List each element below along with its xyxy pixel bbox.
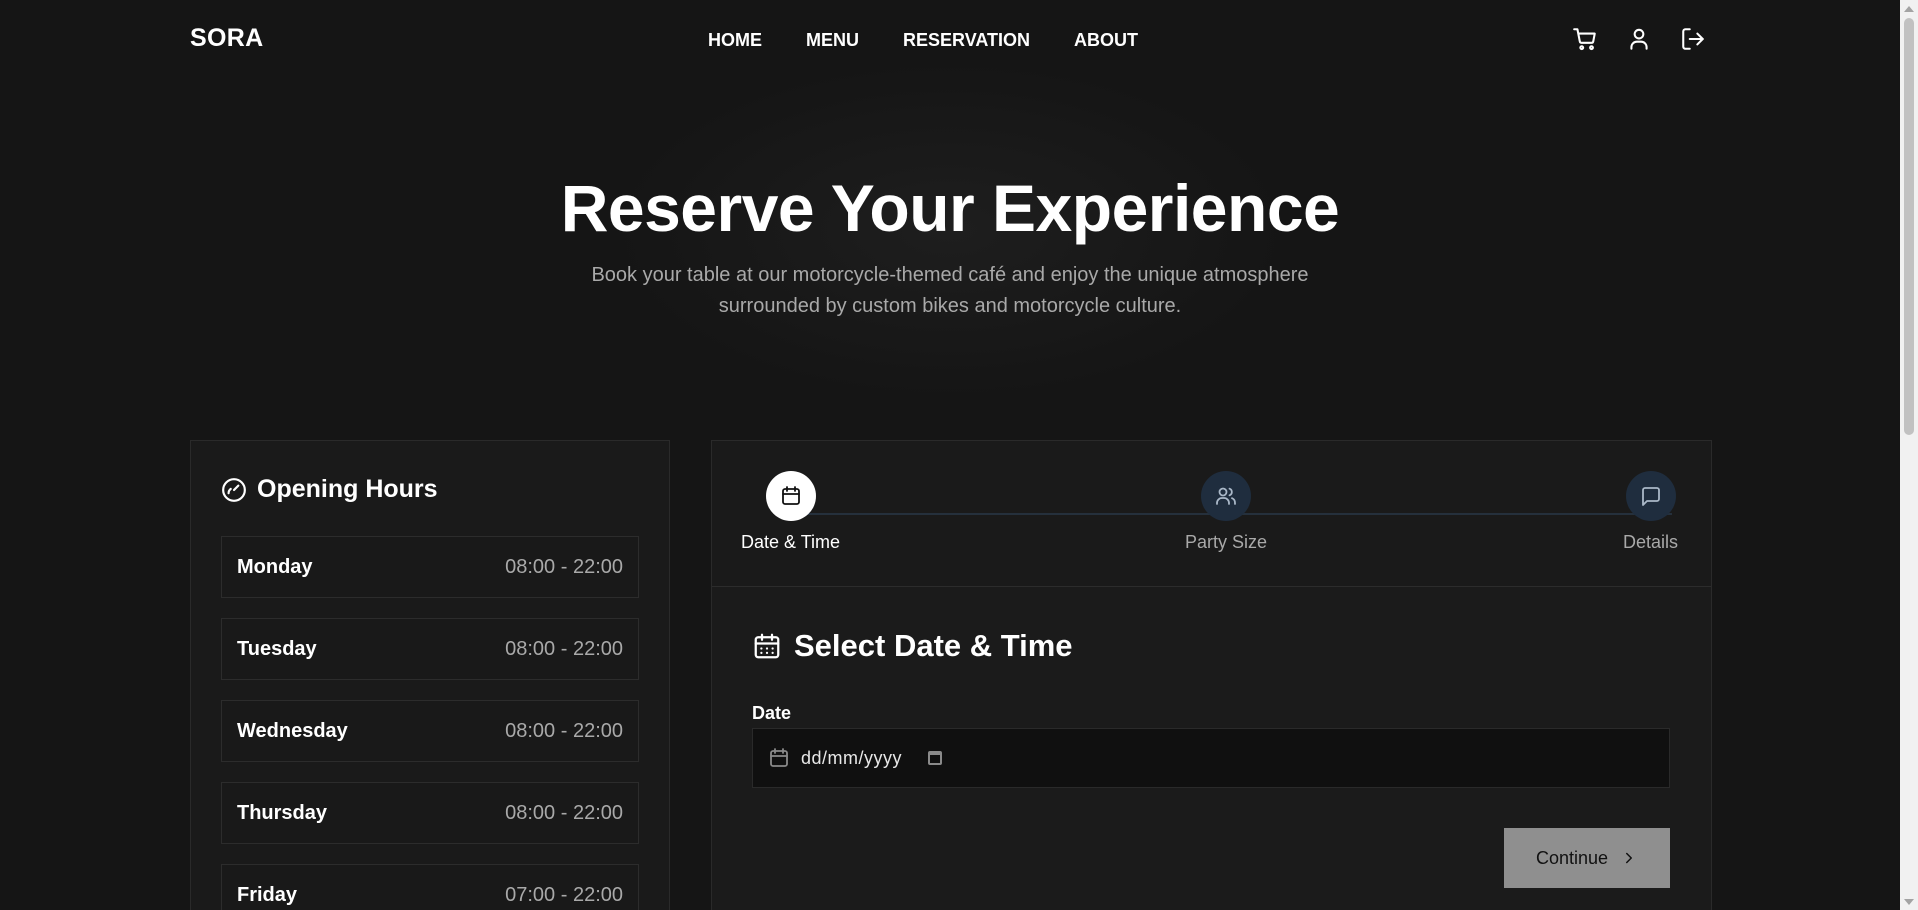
step-details[interactable]: Details [1623,471,1678,553]
hours-time: 08:00 - 22:00 [505,555,623,578]
reservation-stepper: Date & Time Party Size Details [712,441,1711,587]
hours-time: 08:00 - 22:00 [505,719,623,742]
scroll-up-arrow[interactable] [1900,0,1918,17]
section-heading: Select Date & Time [752,628,1073,664]
hours-row-thursday: Thursday 08:00 - 22:00 [221,782,639,844]
step-label: Party Size [1185,532,1268,552]
clock-icon [222,477,246,502]
nav-menu[interactable]: MENU [806,30,859,51]
hero-subtitle-line-1: Book your table at our motorcycle-themed… [591,264,1309,286]
date-placeholder: dd/mm/yyyy [801,747,903,768]
step-date-time[interactable]: Date & Time [741,471,840,553]
nav-reservation[interactable]: RESERVATION [903,30,1030,51]
section-title: Select Date & Time [794,628,1073,663]
reservation-card: Date & Time Party Size Details Select Da… [711,440,1712,910]
opening-hours-card: Opening Hours Monday 08:00 - 22:00 Tuesd… [190,440,670,910]
date-picker-icon[interactable] [928,751,943,765]
step-party-size[interactable]: Party Size [1185,471,1267,553]
hero-title: Reserve Your Experience [560,171,1340,245]
continue-label: Continue [1535,847,1609,868]
hours-row-friday: Friday 07:00 - 22:00 [221,864,639,910]
calendar-icon [770,748,788,767]
hours-day: Thursday [237,801,328,824]
hours-day: Friday [237,883,298,906]
hours-day: Wednesday [237,719,348,742]
message-icon [1641,487,1660,506]
date-label: Date [752,703,792,723]
hours-time: 08:00 - 22:00 [505,801,623,824]
scrollbar[interactable] [1900,0,1918,910]
hours-day: Monday [237,555,313,578]
chevron-right-icon [1626,852,1633,864]
continue-button[interactable]: Continue [1504,828,1670,888]
main-nav: HOME MENU RESERVATION ABOUT [708,30,1138,51]
calendar-days-icon [754,633,780,659]
site-header: SORA HOME MENU RESERVATION ABOUT [0,0,1900,80]
step-circle [1625,471,1676,521]
scroll-down-arrow[interactable] [1900,893,1918,910]
nav-about[interactable]: ABOUT [1074,30,1138,51]
hours-row-tuesday: Tuesday 08:00 - 22:00 [221,618,639,680]
opening-hours-title: Opening Hours [257,475,438,503]
step-circle [765,471,816,521]
nav-home[interactable]: HOME [708,30,762,51]
hours-day: Tuesday [237,637,317,660]
hours-row-monday: Monday 08:00 - 22:00 [221,536,639,598]
date-input[interactable]: dd/mm/yyyy [752,728,1670,788]
header-actions [1572,26,1706,52]
calendar-icon [781,486,800,505]
user-icon[interactable] [1626,26,1652,52]
step-label: Date & Time [741,532,841,552]
users-icon [1216,487,1236,505]
logo[interactable]: SORA [190,24,263,53]
hero-subtitle-line-2: surrounded by custom bikes and motorcycl… [718,295,1182,317]
hours-time: 08:00 - 22:00 [505,637,623,660]
hours-list: Monday 08:00 - 22:00 Tuesday 08:00 - 22:… [221,536,639,910]
step-label: Details [1623,532,1679,552]
scrollbar-thumb[interactable] [1904,18,1914,435]
hours-row-wednesday: Wednesday 08:00 - 22:00 [221,700,639,762]
step-circle [1201,471,1252,521]
hero-subtitle: Book your table at our motorcycle-themed… [560,260,1340,322]
hours-time: 07:00 - 22:00 [505,883,623,906]
cart-icon[interactable] [1572,26,1598,52]
opening-hours-heading: Opening Hours [221,475,438,504]
page: SORA HOME MENU RESERVATION ABOUT Reserve… [0,0,1900,910]
logout-icon[interactable] [1680,26,1706,52]
